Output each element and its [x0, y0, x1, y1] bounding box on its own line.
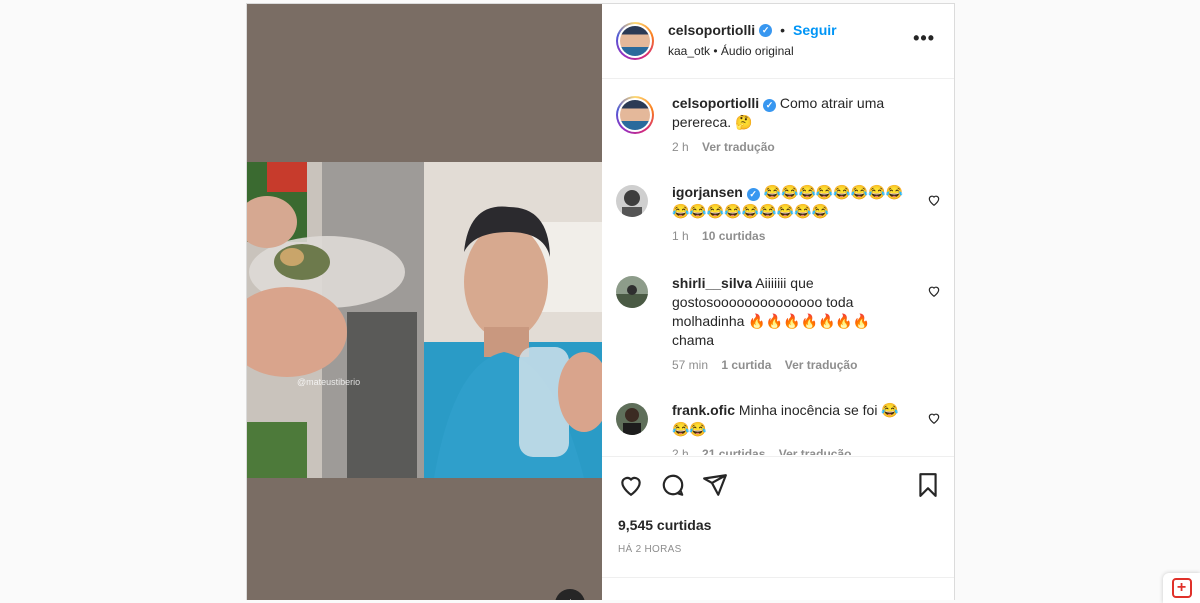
floating-widget[interactable]: +	[1163, 573, 1200, 603]
commenter-avatar[interactable]	[616, 276, 648, 308]
comment-username[interactable]: shirli__silva	[672, 275, 752, 291]
author-line: celsoportiolli ✓ • Seguir	[668, 22, 837, 38]
comment-time[interactable]: 1 h	[672, 229, 689, 243]
comment-time[interactable]: 2 h	[672, 447, 689, 455]
share-icon[interactable]	[702, 472, 728, 498]
bookmark-icon[interactable]	[915, 472, 941, 498]
verified-badge-icon: ✓	[763, 99, 777, 112]
commenter-avatar[interactable]	[616, 185, 648, 217]
video-right-half	[424, 162, 602, 478]
author-avatar[interactable]	[616, 22, 654, 60]
caption-avatar[interactable]	[616, 96, 654, 134]
heart-icon[interactable]	[927, 411, 941, 425]
comment-username[interactable]: frank.ofic	[672, 402, 735, 418]
verified-badge-icon: ✓	[746, 188, 760, 201]
translate-link[interactable]: Ver tradução	[702, 140, 775, 154]
post-media[interactable]: @mateustiberio	[247, 4, 602, 600]
comment-likes[interactable]: 10 curtidas	[702, 229, 765, 243]
post-time[interactable]: HÁ 2 HORAS	[618, 544, 682, 555]
video-left-half	[247, 162, 424, 478]
heart-icon[interactable]	[927, 284, 941, 298]
more-options-icon[interactable]: •••	[913, 28, 935, 49]
post-dialog: @mateustiberio celsoportiolli ✓ • Seguir…	[246, 3, 955, 600]
post-actions: 9,545 curtidas HÁ 2 HORAS	[602, 456, 954, 578]
comment-likes[interactable]: 21 curtidas	[702, 447, 765, 455]
plus-icon: +	[1171, 578, 1192, 598]
comment-meta: 57 min 1 curtida Ver tradução	[672, 356, 912, 375]
comment-username[interactable]: igorjansen	[672, 184, 743, 200]
comment-meta: 1 h 10 curtidas	[672, 227, 912, 246]
audio-subtitle[interactable]: kaa_otk • Áudio original	[668, 44, 794, 58]
comment-meta: 2 h 21 curtidas Ver tradução	[672, 445, 912, 455]
comment-icon[interactable]	[660, 472, 686, 498]
comment-time[interactable]: 57 min	[672, 358, 708, 372]
video-frame[interactable]: @mateustiberio	[247, 162, 602, 478]
caption-username[interactable]: celsoportiolli	[672, 95, 759, 111]
comment-likes[interactable]: 1 curtida	[721, 358, 771, 372]
post-side-panel: celsoportiolli ✓ • Seguir kaa_otk • Áudi…	[602, 4, 954, 600]
separator-dot: •	[780, 22, 786, 38]
comments-list[interactable]: celsoportiolli ✓ Como atrair uma pererec…	[602, 79, 954, 455]
audio-toggle-button[interactable]	[555, 589, 585, 600]
translate-link[interactable]: Ver tradução	[785, 358, 858, 372]
follow-button[interactable]: Seguir	[793, 22, 837, 38]
add-comment-area[interactable]	[602, 577, 954, 600]
heart-icon[interactable]	[927, 193, 941, 207]
likes-count[interactable]: 9,545 curtidas	[618, 517, 711, 533]
caption-meta: 2 h Ver tradução	[672, 138, 922, 157]
post-header: celsoportiolli ✓ • Seguir kaa_otk • Áudi…	[602, 4, 954, 79]
commenter-avatar[interactable]	[616, 403, 648, 435]
author-username[interactable]: celsoportiolli	[668, 22, 755, 38]
verified-badge-icon: ✓	[759, 23, 773, 37]
heart-icon[interactable]	[618, 472, 644, 498]
video-watermark: @mateustiberio	[297, 377, 361, 387]
caption-time[interactable]: 2 h	[672, 140, 689, 154]
translate-link[interactable]: Ver tradução	[779, 447, 852, 455]
